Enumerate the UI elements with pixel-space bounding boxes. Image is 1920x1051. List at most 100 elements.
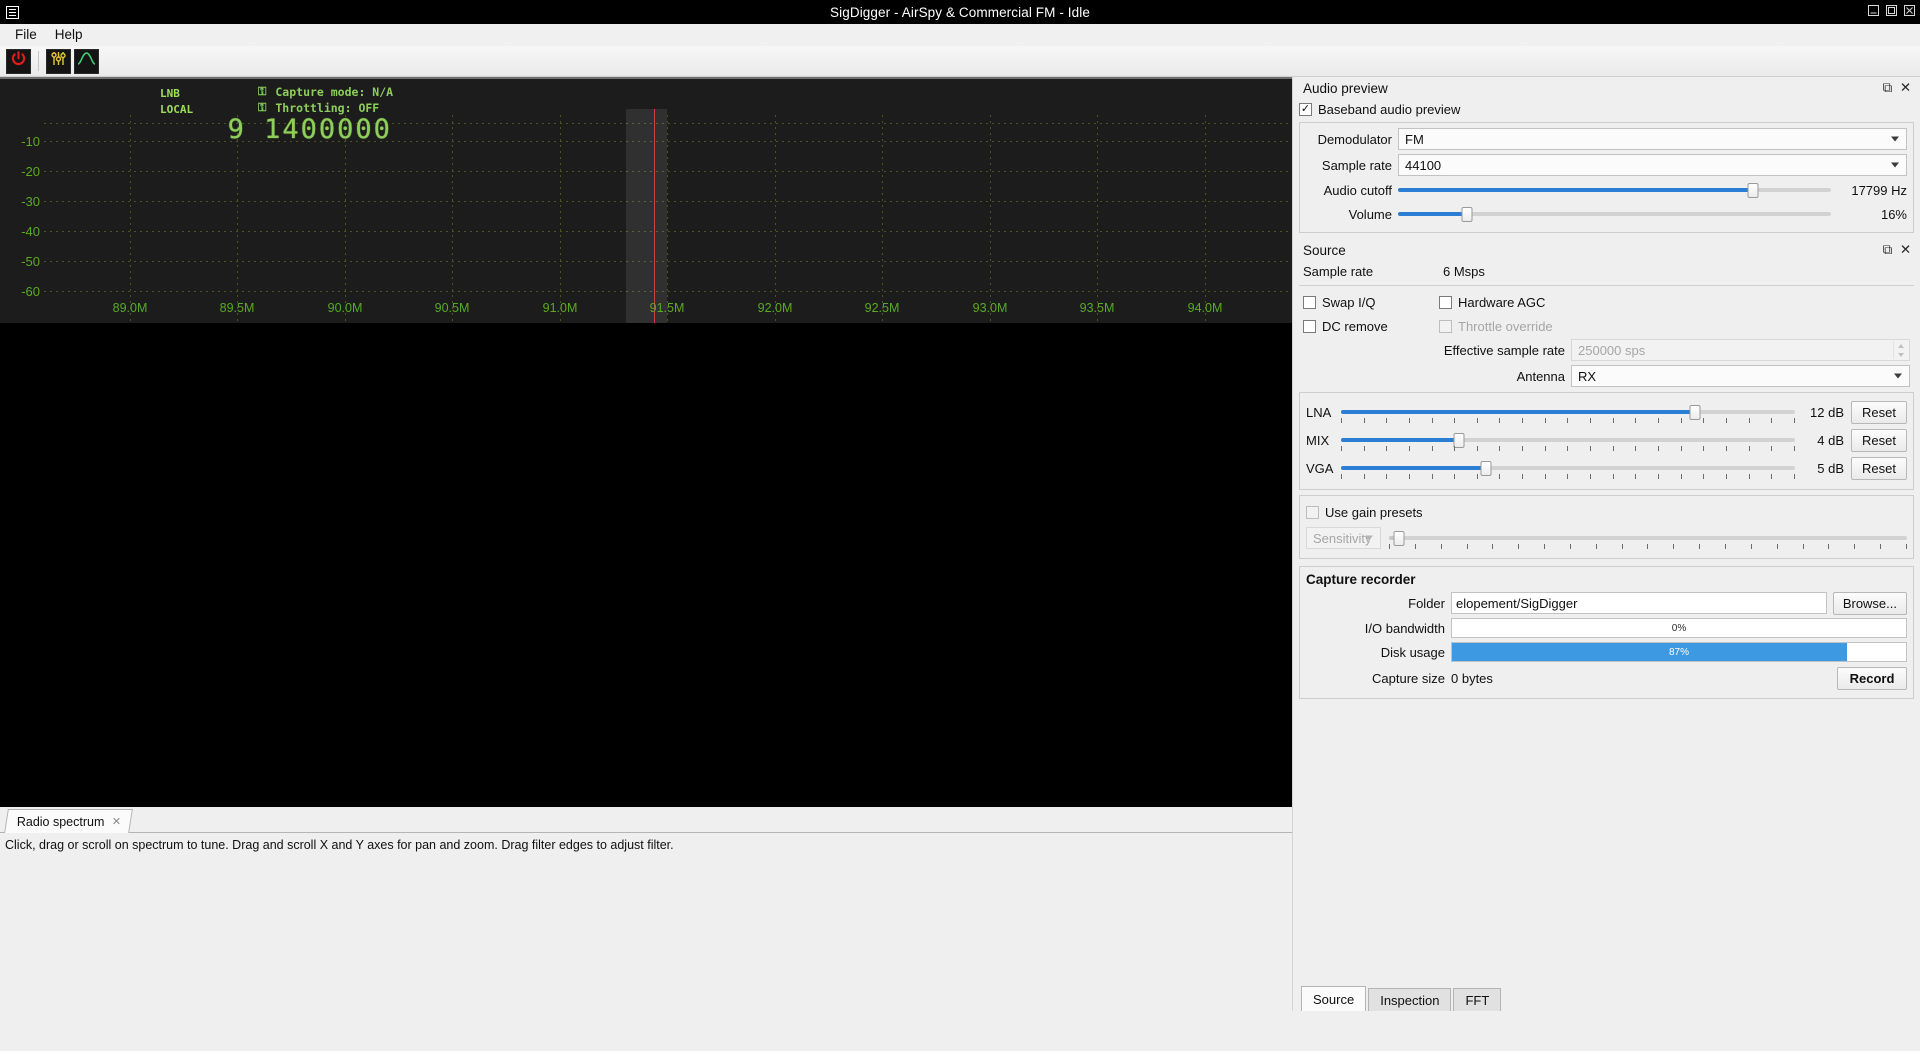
spin-up-icon <box>1894 341 1908 350</box>
hardware-agc-checkbox[interactable]: Hardware AGC <box>1439 290 1910 314</box>
antenna-row: Antenna RX <box>1299 364 1914 388</box>
antenna-value: RX <box>1578 368 1597 384</box>
gain-preset-slider <box>1389 528 1907 549</box>
chevron-down-icon <box>1894 373 1902 379</box>
filter-band-overlay[interactable] <box>626 109 667 323</box>
checkbox-mark: ✓ <box>1299 102 1312 116</box>
tuning-line[interactable] <box>654 109 655 323</box>
demodulator-label: Demodulator <box>1317 131 1392 147</box>
x-tick-label: 93.0M <box>972 301 1008 315</box>
x-tick-label: 92.5M <box>864 301 900 315</box>
tab-source[interactable]: Source <box>1301 986 1367 1011</box>
demodulator-value: FM <box>1405 131 1424 147</box>
gain-group: LNA 12 dB Reset MIX 4 dB Reset VGA 5 dB … <box>1299 392 1914 490</box>
audio-settings-group: Demodulator FM Sample rate 44100 Audio c… <box>1299 122 1914 233</box>
close-button[interactable] <box>1902 3 1917 18</box>
close-icon[interactable]: ✕ <box>1899 242 1912 257</box>
x-tick-label: 90.0M <box>327 301 363 315</box>
checkbox-mark <box>1303 319 1316 333</box>
io-bandwidth-progress: 0% <box>1451 618 1907 638</box>
doc-tab-radio-spectrum[interactable]: Radio spectrum ✕ <box>4 809 133 833</box>
radio-spectrum-widget[interactable]: 9 1400000 LNB LOCAL ⚿ Capture mode: N/A … <box>0 77 1292 807</box>
gridline-v <box>1097 115 1098 323</box>
capture-size-row: Capture size 0 bytes Record <box>1306 665 1907 691</box>
baseband-audio-preview-checkbox[interactable]: ✓ Baseband audio preview <box>1299 99 1914 119</box>
antenna-select[interactable]: RX <box>1571 365 1910 387</box>
mix-label: MIX <box>1306 432 1330 448</box>
power-toggle-button[interactable] <box>6 48 31 74</box>
tab-fft[interactable]: FFT <box>1453 988 1502 1011</box>
volume-slider[interactable] <box>1398 204 1831 224</box>
window-titlebar: SigDigger - AirSpy & Commercial FM - Idl… <box>0 0 1920 24</box>
checkbox-mark <box>1439 295 1452 309</box>
close-icon[interactable]: ✕ <box>111 815 120 828</box>
swap-iq-checkbox[interactable]: Swap I/Q <box>1303 290 1439 314</box>
capture-mode-text: Capture mode: N/A <box>275 85 394 99</box>
demodulator-select[interactable]: FM <box>1398 128 1907 150</box>
float-icon[interactable]: ⧉ <box>1881 242 1894 257</box>
gridline-v <box>452 115 453 323</box>
mix-value: 4 dB <box>1817 432 1844 448</box>
vga-label: VGA <box>1306 460 1334 476</box>
gridline-h <box>44 231 1292 232</box>
folder-input[interactable]: elopement/SigDigger <box>1451 592 1827 614</box>
io-bandwidth-label: I/O bandwidth <box>1364 620 1445 636</box>
statusbar: Click, drag or scroll on spectrum to tun… <box>0 833 1292 857</box>
chevron-down-icon <box>1891 136 1899 142</box>
menu-file[interactable]: File <box>6 25 46 44</box>
disk-usage-row: Disk usage 87% <box>1306 641 1907 663</box>
menu-help[interactable]: Help <box>46 25 92 44</box>
divider <box>1299 285 1914 286</box>
main-toolbar <box>0 46 1920 77</box>
gridline-v <box>990 115 991 323</box>
spectrum-button[interactable] <box>74 48 99 74</box>
audio-cutoff-slider[interactable] <box>1398 180 1831 200</box>
tab-inspection[interactable]: Inspection <box>1368 988 1452 1011</box>
waterfall-panel[interactable] <box>0 323 1292 807</box>
source-sample-rate-row: Sample rate 6 Msps <box>1299 261 1914 281</box>
doc-tab-label: Radio spectrum <box>16 814 105 829</box>
hardware-agc-label: Hardware AGC <box>1458 294 1546 310</box>
lna-gain-slider[interactable] <box>1341 402 1795 423</box>
mix-reset-button[interactable]: Reset <box>1851 428 1907 452</box>
capture-recorder-title: Capture recorder <box>1306 572 1416 587</box>
source-header: Source ⧉ ✕ <box>1299 239 1914 261</box>
minimize-button[interactable] <box>1866 3 1881 18</box>
use-gain-presets-checkbox[interactable]: Use gain presets <box>1306 501 1907 523</box>
gridline-v <box>775 115 776 323</box>
float-icon[interactable]: ⧉ <box>1881 80 1894 95</box>
dc-remove-label: DC remove <box>1322 318 1388 334</box>
gain-presets-group: Use gain presets Sensitivity <box>1299 495 1914 559</box>
record-button[interactable]: Record <box>1837 666 1907 690</box>
close-icon[interactable]: ✕ <box>1899 80 1912 95</box>
config-button[interactable] <box>46 48 71 74</box>
throttling-text: Throttling: OFF <box>275 101 380 115</box>
audio-preview-panel: Audio preview ⧉ ✕ ✓ Baseband audio previ… <box>1293 77 1920 233</box>
capture-status-group: ⚿ Capture mode: N/A ⚿ Throttling: OFF <box>258 84 393 116</box>
slider-ticks <box>1389 544 1907 549</box>
lock-icon: ⚿ <box>258 101 267 114</box>
vga-gain-slider[interactable] <box>1341 458 1795 479</box>
browse-button[interactable]: Browse... <box>1832 591 1907 615</box>
lna-reset-button[interactable]: Reset <box>1851 400 1907 424</box>
x-tick-label: 94.0M <box>1187 301 1223 315</box>
capture-size-label: Capture size <box>1372 670 1445 686</box>
mix-gain-row: MIX 4 dB Reset <box>1306 426 1907 454</box>
gridline-v <box>882 115 883 323</box>
maximize-button[interactable] <box>1884 3 1899 18</box>
vga-gain-row: VGA 5 dB Reset <box>1306 454 1907 482</box>
right-dock-tabbar: Source Inspection FFT <box>1293 982 1920 1011</box>
mix-gain-slider[interactable] <box>1341 430 1795 451</box>
fft-panel[interactable]: 9 1400000 LNB LOCAL ⚿ Capture mode: N/A … <box>0 79 1292 323</box>
x-tick-label: 89.5M <box>219 301 255 315</box>
dc-remove-checkbox[interactable]: DC remove <box>1303 314 1439 338</box>
power-icon <box>10 50 27 72</box>
window-menu-icon[interactable] <box>2 2 22 22</box>
window-title: SigDigger - AirSpy & Commercial FM - Idl… <box>830 4 1090 20</box>
vga-reset-button[interactable]: Reset <box>1851 456 1907 480</box>
gridline-v <box>1205 115 1206 323</box>
effective-sample-rate-value: 250000 sps <box>1578 342 1646 358</box>
frequency-digits: 9 1400000 <box>227 114 392 145</box>
chevron-down-icon <box>1365 535 1373 541</box>
audio-sample-rate-select[interactable]: 44100 <box>1398 154 1907 176</box>
